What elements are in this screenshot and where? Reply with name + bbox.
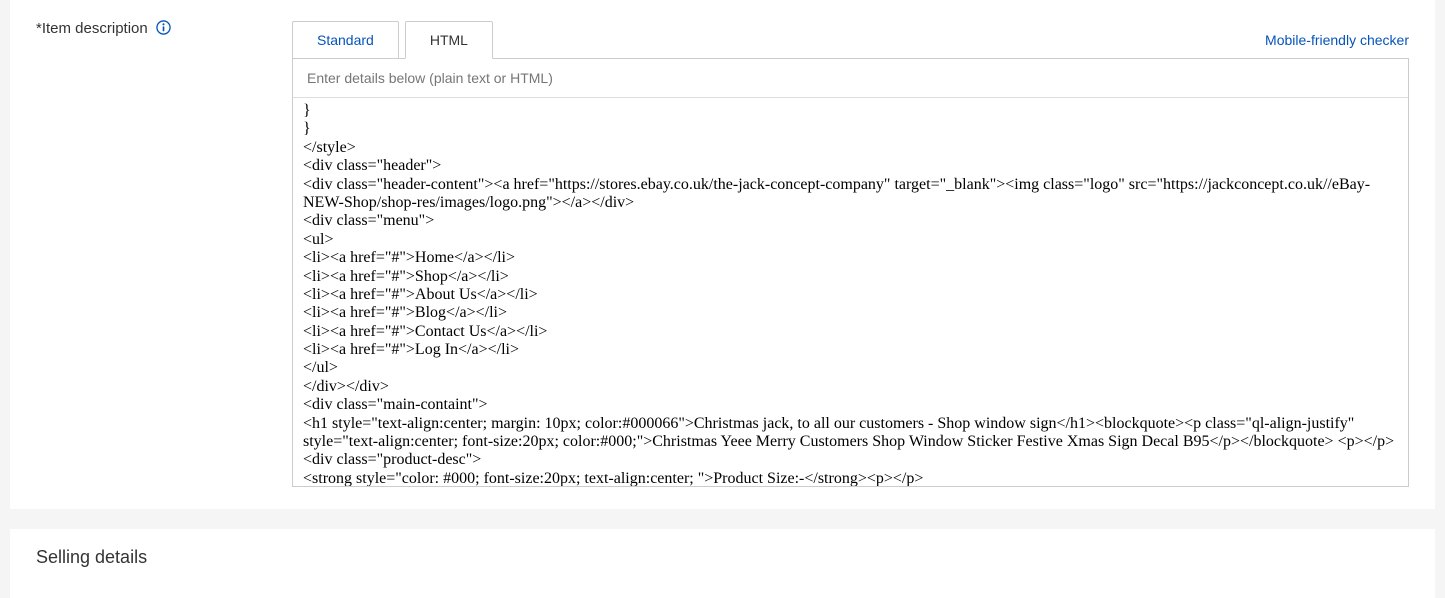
html-editor-box: Enter details below (plain text or HTML)… bbox=[292, 58, 1409, 487]
info-icon[interactable] bbox=[156, 20, 171, 39]
field-label-column: *Item description bbox=[36, 18, 292, 39]
selling-details-panel: Selling details bbox=[10, 529, 1435, 598]
editor-tabs-row: Standard HTML Mobile-friendly checker bbox=[292, 18, 1409, 58]
mobile-friendly-checker-link[interactable]: Mobile-friendly checker bbox=[1265, 32, 1409, 58]
selling-details-title: Selling details bbox=[36, 547, 1409, 568]
item-description-label: *Item description bbox=[36, 20, 171, 37]
item-description-panel: *Item description Standard HTML bbox=[10, 0, 1435, 509]
tab-standard[interactable]: Standard bbox=[292, 21, 399, 59]
editor-placeholder-header: Enter details below (plain text or HTML) bbox=[293, 59, 1408, 98]
html-editor-textarea[interactable]: } } </style> <div class="header"> <div c… bbox=[293, 98, 1408, 486]
tab-html[interactable]: HTML bbox=[405, 21, 493, 59]
